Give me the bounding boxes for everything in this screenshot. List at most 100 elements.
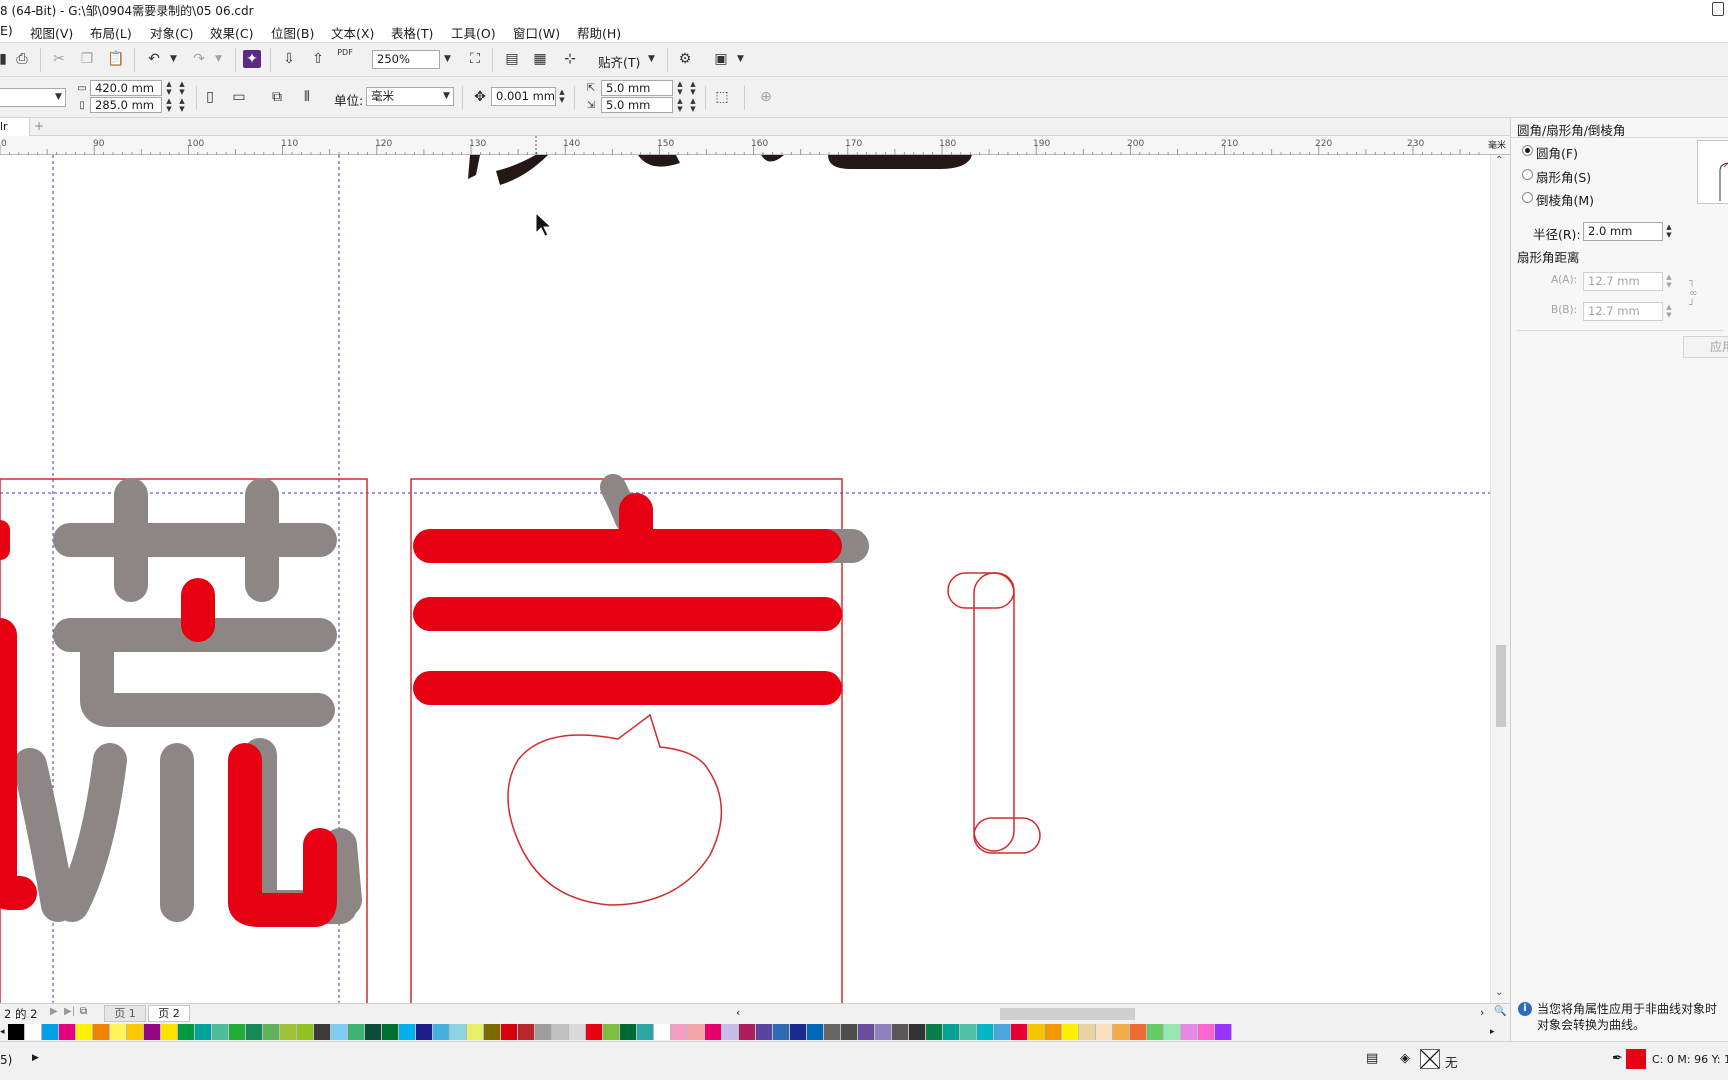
rounded-stroke-outline[interactable] — [947, 572, 1041, 854]
palette-swatch[interactable] — [1096, 1024, 1113, 1040]
chamfer-radio[interactable] — [1522, 192, 1533, 203]
radius-spinner[interactable]: ▲ ▼ — [1664, 223, 1674, 239]
palette-swatch[interactable] — [127, 1024, 144, 1040]
palette-swatch[interactable] — [722, 1024, 739, 1040]
vertical-scroll-thumb[interactable] — [1496, 645, 1506, 727]
palette-swatch[interactable] — [263, 1024, 280, 1040]
zoom-dropdown-icon[interactable]: ▼ — [444, 54, 451, 64]
add-page-icon[interactable]: ⧉ — [80, 1006, 87, 1017]
menu-text[interactable]: 文本(X) — [331, 23, 374, 42]
vertical-scrollbar[interactable]: ⌃ ⌄ — [1490, 155, 1510, 1003]
palette-swatch[interactable] — [620, 1024, 637, 1040]
scallop-radio[interactable] — [1522, 169, 1533, 180]
copy-icon[interactable]: ❐ — [78, 50, 96, 68]
show-grid-icon[interactable]: ▦ — [531, 50, 549, 68]
palette-swatch[interactable] — [756, 1024, 773, 1040]
duplicate-x-spinner[interactable]: ▲ ▼ — [675, 80, 685, 96]
units-dropdown-icon[interactable]: ▼ — [443, 91, 450, 101]
outline-color-swatch[interactable] — [1626, 1049, 1646, 1069]
snap-dropdown-icon[interactable]: ▼ — [648, 54, 655, 64]
palette-swatch[interactable] — [280, 1024, 297, 1040]
page-width-field[interactable]: 420.0 mm — [90, 80, 162, 96]
duplicate-x-lock-spinner[interactable]: ▲ ▼ — [688, 80, 698, 96]
distance-a-field[interactable]: 12.7 mm — [1583, 272, 1663, 291]
palette-swatch[interactable] — [858, 1024, 875, 1040]
palette-swatch[interactable] — [1011, 1024, 1028, 1040]
palette-swatch[interactable] — [25, 1024, 42, 1040]
launcher-dropdown-icon[interactable]: ▼ — [737, 54, 744, 64]
palette-swatch[interactable] — [569, 1024, 586, 1040]
distance-b-spinner[interactable]: ▲ ▼ — [1664, 303, 1674, 319]
outline-pen-icon[interactable]: ✒ — [1612, 1051, 1623, 1066]
menu-tools[interactable]: 工具(O) — [451, 23, 496, 42]
print-icon[interactable]: ⎙ — [13, 50, 31, 68]
menu-view[interactable]: 视图(V) — [30, 23, 73, 42]
publish-pdf-icon[interactable]: PDF — [336, 48, 354, 66]
menu-layout[interactable]: 布局(L) — [90, 23, 132, 42]
palette-swatch[interactable] — [76, 1024, 93, 1040]
snap-to-menu[interactable]: 贴齐(T) — [598, 52, 640, 71]
palette-swatch[interactable] — [484, 1024, 501, 1040]
all-pages-icon[interactable]: ⧉ — [268, 88, 286, 106]
menu-table[interactable]: 表格(T) — [391, 23, 433, 42]
next-page-icon[interactable]: ▶ — [50, 1006, 58, 1017]
palette-swatch[interactable] — [943, 1024, 960, 1040]
duplicate-y-field[interactable]: 5.0 mm — [601, 97, 673, 113]
width-lock-spinner[interactable]: ▲ ▼ — [177, 80, 187, 96]
palette-swatch[interactable] — [450, 1024, 467, 1040]
scroll-down-icon[interactable]: ⌄ — [1495, 987, 1503, 998]
account-icon[interactable] — [1712, 2, 1724, 16]
undo-icon[interactable]: ↶ — [145, 50, 163, 68]
undo-dropdown-icon[interactable]: ▼ — [170, 54, 177, 64]
palette-swatch[interactable] — [909, 1024, 926, 1040]
palette-swatch[interactable] — [705, 1024, 722, 1040]
glyph-liu-artwork[interactable] — [0, 478, 368, 1003]
width-spinner[interactable]: ▲ ▼ — [164, 80, 174, 96]
palette-swatch[interactable] — [773, 1024, 790, 1040]
distance-a-spinner[interactable]: ▲ ▼ — [1664, 273, 1674, 289]
palette-swatch[interactable] — [365, 1024, 382, 1040]
palette-swatch[interactable] — [42, 1024, 59, 1040]
palette-swatch[interactable] — [212, 1024, 229, 1040]
palette-swatch[interactable] — [977, 1024, 994, 1040]
palette-swatch[interactable] — [654, 1024, 671, 1040]
page-height-field[interactable]: 285.0 mm — [90, 97, 162, 113]
paste-icon[interactable]: 📋 — [107, 50, 125, 68]
palette-swatch[interactable] — [892, 1024, 909, 1040]
palette-swatch[interactable] — [195, 1024, 212, 1040]
height-lock-spinner[interactable]: ▲ ▼ — [177, 97, 187, 113]
zoom-level-field[interactable]: 250% — [372, 50, 440, 69]
palette-swatch[interactable] — [1198, 1024, 1215, 1040]
height-spinner[interactable]: ▲ ▼ — [164, 97, 174, 113]
palette-swatch[interactable] — [1181, 1024, 1198, 1040]
radius-field[interactable]: 2.0 mm — [1583, 222, 1663, 241]
page-tab-1[interactable]: 页 1 — [104, 1005, 146, 1022]
palette-swatch[interactable] — [1062, 1024, 1079, 1040]
duplicate-x-field[interactable]: 5.0 mm — [601, 80, 673, 96]
chamfer-label[interactable]: 倒棱角(M) — [1536, 190, 1594, 209]
palette-swatch[interactable] — [739, 1024, 756, 1040]
menu-effects[interactable]: 效果(C) — [210, 23, 253, 42]
distance-b-field[interactable]: 12.7 mm — [1583, 302, 1663, 321]
apply-button[interactable]: 应用 — [1683, 336, 1728, 358]
palette-swatch[interactable] — [467, 1024, 484, 1040]
palette-scroll-right-icon[interactable]: ▸ — [1490, 1024, 1500, 1040]
palette-swatch[interactable] — [1079, 1024, 1096, 1040]
portrait-icon[interactable]: ▯ — [201, 88, 219, 106]
palette-swatch[interactable] — [807, 1024, 824, 1040]
add-preset-icon[interactable]: ⊕ — [757, 88, 775, 106]
duplicate-y-lock-spinner[interactable]: ▲ ▼ — [688, 97, 698, 113]
palette-swatch[interactable] — [161, 1024, 178, 1040]
menu-help[interactable]: 帮助(H) — [577, 23, 621, 42]
page-frame-icon[interactable]: ⬚ — [713, 88, 731, 106]
redo-dropdown-icon[interactable]: ▼ — [215, 54, 222, 64]
palette-swatch[interactable] — [1028, 1024, 1045, 1040]
scallop-label[interactable]: 扇形角(S) — [1536, 167, 1591, 186]
palette-swatch[interactable] — [688, 1024, 705, 1040]
palette-swatch[interactable] — [297, 1024, 314, 1040]
horizontal-scroll-thumb[interactable] — [1000, 1008, 1135, 1020]
lock-ratio-icon[interactable]: ┐ ∞ ┘ — [1689, 276, 1697, 312]
palette-swatch[interactable] — [433, 1024, 450, 1040]
palette-swatch[interactable] — [926, 1024, 943, 1040]
palette-swatch[interactable] — [790, 1024, 807, 1040]
